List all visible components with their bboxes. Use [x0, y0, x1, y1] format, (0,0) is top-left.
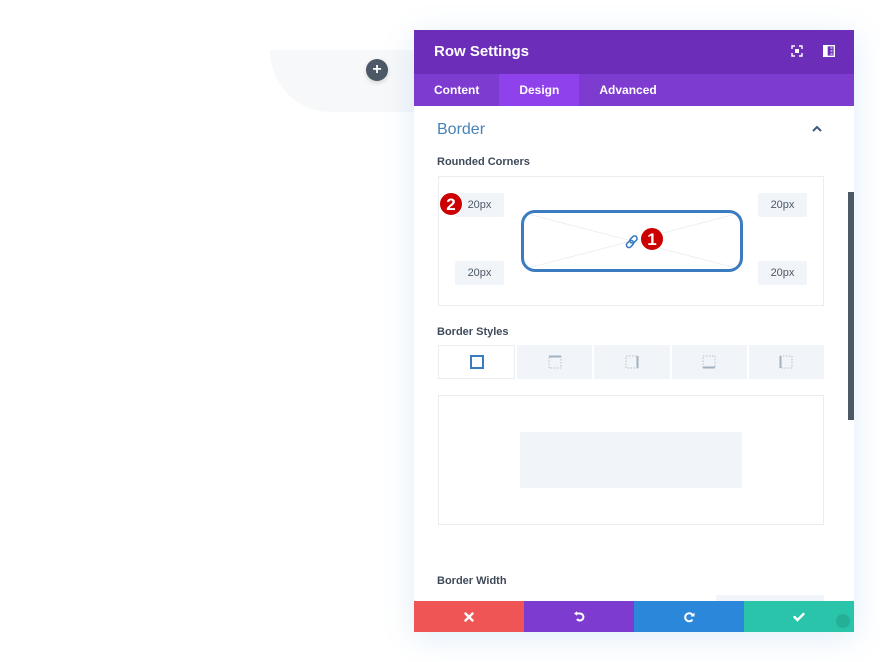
check-icon: [793, 612, 805, 622]
border-left-icon: [779, 355, 793, 369]
bottom-left-radius-input[interactable]: 20px: [455, 261, 504, 285]
link-icon[interactable]: [624, 234, 640, 250]
border-section-title[interactable]: Border: [437, 121, 485, 139]
border-right-icon: [625, 355, 639, 369]
save-button[interactable]: [744, 601, 854, 632]
top-right-radius-input[interactable]: 20px: [758, 193, 807, 217]
redo-icon: [684, 611, 695, 622]
modal-header: Row Settings: [414, 30, 854, 74]
border-right-tab[interactable]: [594, 345, 670, 379]
border-left-tab[interactable]: [748, 345, 825, 379]
modal-title: Row Settings: [434, 43, 530, 60]
annotation-badge-2: 2: [439, 192, 463, 216]
settings-tabs: Content Design Advanced: [414, 74, 854, 106]
add-module-button[interactable]: +: [366, 59, 388, 81]
border-styles-label: Border Styles: [437, 326, 509, 338]
builder-canvas: + Row Settings Content Design Advanced B…: [0, 0, 880, 662]
undo-icon: [574, 610, 585, 621]
undo-button[interactable]: [524, 601, 634, 632]
border-style-tabs: [438, 345, 825, 379]
modal-footer: [414, 601, 854, 632]
border-bottom-tab[interactable]: [671, 345, 747, 379]
border-top-icon: [548, 355, 562, 369]
close-icon: [464, 611, 474, 622]
rounded-corners-label: Rounded Corners: [437, 156, 530, 168]
row-background: [270, 50, 420, 112]
row-settings-modal: Row Settings Content Design Advanced Bor…: [414, 30, 854, 632]
scrollbar[interactable]: [848, 192, 854, 420]
cancel-button[interactable]: [414, 601, 524, 632]
border-width-label: Border Width: [437, 575, 507, 587]
fullscreen-icon[interactable]: [791, 45, 803, 57]
border-top-tab[interactable]: [517, 345, 593, 379]
rounded-corners-control: 20px 20px 20px 20px 1 2: [438, 176, 824, 306]
border-all-tab[interactable]: [438, 345, 516, 379]
chevron-up-icon[interactable]: [811, 124, 823, 134]
border-style-preview-box: [520, 432, 742, 488]
border-all-icon: [469, 355, 484, 369]
tab-content[interactable]: Content: [414, 74, 499, 106]
resize-handle-icon[interactable]: [836, 614, 850, 628]
modal-body: Border Rounded Corners 20px 20px 20px 20…: [414, 106, 854, 601]
border-style-preview: [438, 395, 824, 525]
redo-button[interactable]: [634, 601, 744, 632]
tab-advanced[interactable]: Advanced: [579, 74, 676, 106]
bottom-right-radius-input[interactable]: 20px: [758, 261, 807, 285]
split-view-icon[interactable]: [823, 45, 835, 57]
border-bottom-icon: [702, 355, 716, 369]
annotation-badge-1: 1: [640, 227, 664, 251]
tab-design[interactable]: Design: [499, 74, 580, 106]
